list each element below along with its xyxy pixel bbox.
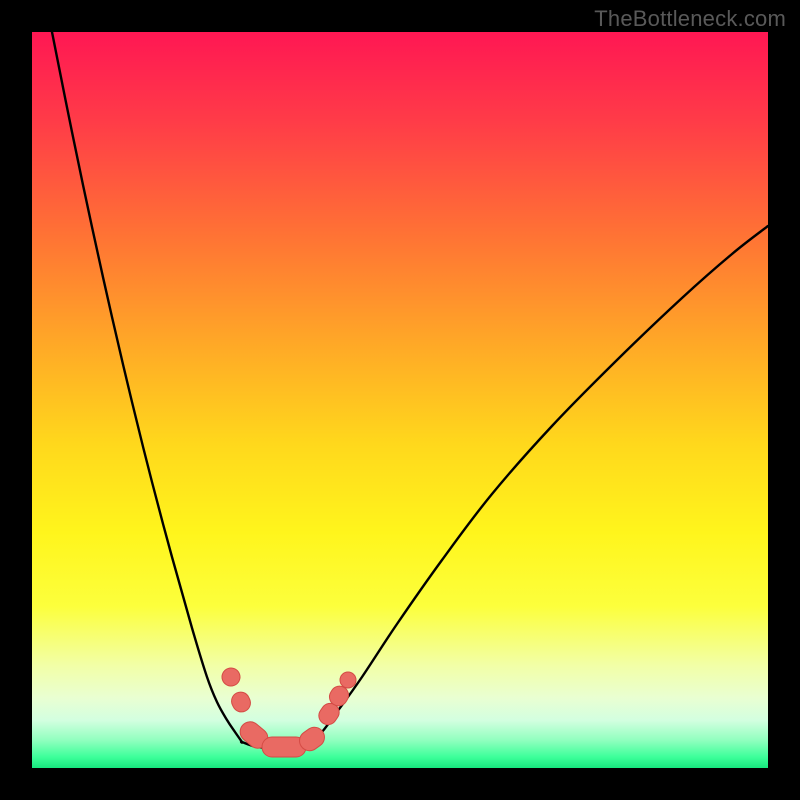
data-marker-1 xyxy=(229,689,254,715)
bottleneck-curve xyxy=(52,32,768,748)
curve-path xyxy=(52,32,768,748)
curve-overlay xyxy=(32,32,768,768)
chart-frame: TheBottleneck.com xyxy=(0,0,800,800)
data-marker-0 xyxy=(219,665,242,688)
data-marker-7 xyxy=(340,672,356,688)
watermark-text: TheBottleneck.com xyxy=(594,6,786,32)
marker-group xyxy=(219,665,356,757)
plot-area xyxy=(32,32,768,768)
